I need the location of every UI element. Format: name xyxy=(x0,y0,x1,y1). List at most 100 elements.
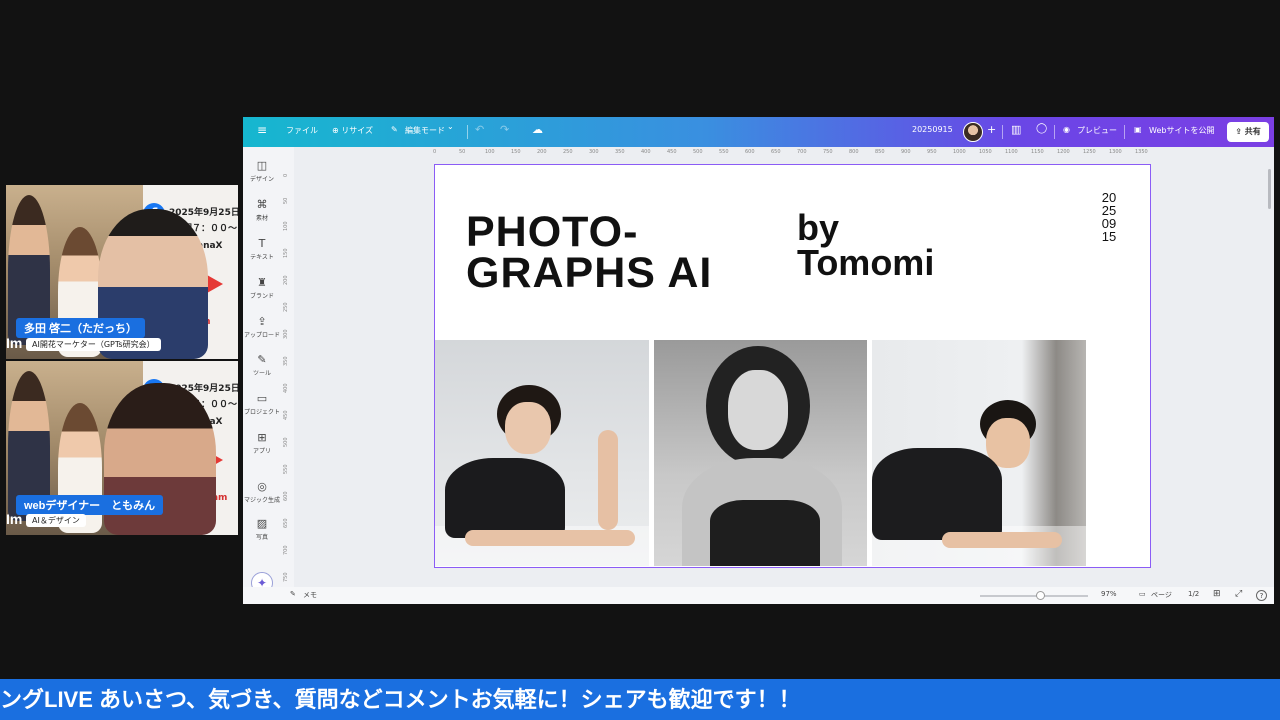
share-icon: ⇪ xyxy=(1235,127,1242,136)
speaker-name-label: webデザイナー ともみん xyxy=(16,495,164,515)
editor-topbar: ≡ ファイル ⊕ リサイズ ✎ 編集モード ⌄ ↶ ↷ ☁ 20250915 +… xyxy=(243,117,1274,147)
sidebar-item-label: プロジェクト xyxy=(243,409,280,416)
sidebar-item-design[interactable]: ◫ デザイン xyxy=(243,159,281,183)
design-page[interactable]: PHOTO- GRAPHS AI by Tomomi 20 25 09 15 xyxy=(434,164,1151,568)
grid-view-icon[interactable]: ⊞ xyxy=(1213,589,1221,599)
apps-icon: ⊞ xyxy=(257,431,267,444)
cloud-save-icon[interactable]: ☁ xyxy=(532,123,543,136)
divider xyxy=(1054,125,1055,139)
sidebar-item-text[interactable]: T テキスト xyxy=(243,237,281,261)
ruler-tick-label: 350 xyxy=(615,149,625,155)
page-author[interactable]: by Tomomi xyxy=(797,210,934,281)
ruler-tick-label: 950 xyxy=(927,149,937,155)
sidebar-item-elements[interactable]: ⌘ 素材 xyxy=(243,198,281,222)
resize-button[interactable]: ⊕ リサイズ xyxy=(332,125,373,136)
photo-subject-face xyxy=(505,402,551,454)
comment-icon[interactable]: ◯ xyxy=(1036,123,1047,134)
live-ticker: ングLIVE あいさつ、気づき、質問などコメントお気軽に！シェアも歓迎です！！ xyxy=(0,679,1280,720)
sidebar-item-uploads[interactable]: ⇪ アップロード xyxy=(243,315,281,339)
sidebar-item-label: ブランド xyxy=(249,293,274,300)
ruler-tick-label: 250 xyxy=(283,302,289,312)
redo-icon[interactable]: ↷ xyxy=(500,123,509,136)
fullscreen-icon[interactable]: ⤢ xyxy=(1235,589,1242,599)
ruler-tick-label: 200 xyxy=(537,149,547,155)
pages-icon: ▭ xyxy=(1139,590,1146,598)
speaker-name-label: 多田 啓二（ただっち） xyxy=(16,318,146,338)
portrait-photo-3[interactable] xyxy=(872,340,1086,566)
publish-icon: ▣ xyxy=(1134,125,1142,134)
ruler-tick-label: 300 xyxy=(283,329,289,339)
portrait-photo-1[interactable] xyxy=(435,340,649,566)
ruler-tick-label: 150 xyxy=(283,248,289,258)
photo-subject-body xyxy=(445,458,565,538)
ruler-tick-label: 100 xyxy=(485,149,495,155)
preview-button[interactable]: プレビュー xyxy=(1077,125,1117,136)
page-title-line-2: GRAPHS AI xyxy=(466,249,713,297)
undo-icon[interactable]: ↶ xyxy=(475,123,484,136)
ruler-tick-label: 750 xyxy=(823,149,833,155)
ruler-tick-label: 900 xyxy=(901,149,911,155)
photo-subject-arm xyxy=(942,532,1062,548)
divider xyxy=(1124,125,1125,139)
notes-button[interactable]: メモ xyxy=(303,590,317,600)
ruler-tick-label: 1300 xyxy=(1109,149,1122,155)
page-date[interactable]: 20 25 09 15 xyxy=(1097,191,1121,243)
ruler-tick-label: 1150 xyxy=(1031,149,1044,155)
ruler-tick-label: 500 xyxy=(693,149,703,155)
document-title[interactable]: 20250915 xyxy=(912,125,953,134)
sidebar-item-brand[interactable]: ♜ ブランド xyxy=(243,276,281,300)
ruler-tick-label: 100 xyxy=(283,221,289,231)
photo-subject-dress xyxy=(710,500,820,566)
canvas-scrollbar[interactable] xyxy=(1268,169,1271,209)
sidebar-item-projects[interactable]: ▭ プロジェクト xyxy=(243,392,281,416)
horizontal-ruler: 0 50 100 150 200 250 300 350 400 450 500 550 600 650 7… xyxy=(433,149,1173,159)
ruler-tick-label: 350 xyxy=(283,356,289,366)
sidebar-item-photos[interactable]: ▨ 写真 xyxy=(243,517,281,541)
menu-icon[interactable]: ≡ xyxy=(257,123,267,137)
ruler-tick-label: 800 xyxy=(849,149,859,155)
divider xyxy=(1002,125,1003,139)
brand-icon: ♜ xyxy=(257,276,267,289)
pages-button[interactable]: ページ xyxy=(1151,590,1172,600)
sidebar-item-magic-media[interactable]: ◎ マジック生成 xyxy=(243,480,281,504)
ruler-tick-label: 400 xyxy=(641,149,651,155)
publish-website-button[interactable]: Webサイトを公開 xyxy=(1149,125,1214,136)
add-collaborator-icon[interactable]: + xyxy=(987,123,996,136)
edit-icon: ✎ xyxy=(391,125,398,134)
photo-subject-arm xyxy=(465,530,635,546)
ruler-tick-label: 550 xyxy=(719,149,729,155)
pen-tool-icon: ✎ xyxy=(257,353,267,366)
file-menu[interactable]: ファイル xyxy=(286,125,318,136)
ruler-tick-label: 450 xyxy=(283,410,289,420)
page-count[interactable]: 1/2 xyxy=(1188,590,1199,598)
ruler-tick-label: 1000 xyxy=(953,149,966,155)
zoom-slider-track[interactable] xyxy=(980,595,1088,597)
avatar[interactable] xyxy=(963,122,983,142)
zoom-slider-handle[interactable] xyxy=(1036,591,1045,600)
photo-subject-raised-arm xyxy=(598,430,618,530)
page-title[interactable]: PHOTO- GRAPHS AI xyxy=(466,211,713,297)
share-label: 共有 xyxy=(1244,127,1261,136)
ruler-tick-label: 400 xyxy=(283,383,289,393)
insights-chart-icon[interactable]: ▥ xyxy=(1011,123,1021,136)
sidebar-item-label: アップロード xyxy=(243,332,280,339)
arrow-right-icon xyxy=(207,275,223,293)
ruler-tick-label: 450 xyxy=(667,149,677,155)
sidebar-item-apps[interactable]: ⊞ アプリ xyxy=(243,431,281,455)
portrait-photo-2[interactable] xyxy=(654,340,867,566)
sidebar-item-label: アプリ xyxy=(252,448,271,455)
chevron-down-icon[interactable]: ⌄ xyxy=(447,122,454,131)
ruler-tick-label: 1250 xyxy=(1083,149,1096,155)
sidebar-item-label: 素材 xyxy=(255,215,268,222)
ruler-tick-label: 250 xyxy=(563,149,573,155)
share-button[interactable]: ⇪ 共有 xyxy=(1227,122,1269,142)
speaker-role-label: AI＆デザイン xyxy=(26,514,86,527)
edit-mode-dropdown[interactable]: 編集モード xyxy=(405,125,445,136)
canva-editor-window: ≡ ファイル ⊕ リサイズ ✎ 編集モード ⌄ ↶ ↷ ☁ 20250915 +… xyxy=(243,117,1274,604)
ruler-tick-label: 50 xyxy=(283,197,289,204)
sidebar-item-tools[interactable]: ✎ ツール xyxy=(243,353,281,377)
zoom-level[interactable]: 97% xyxy=(1101,590,1117,598)
ruler-tick-label: 600 xyxy=(745,149,755,155)
help-icon[interactable]: ? xyxy=(1256,590,1267,601)
sidebar-item-label: ツール xyxy=(252,370,271,377)
